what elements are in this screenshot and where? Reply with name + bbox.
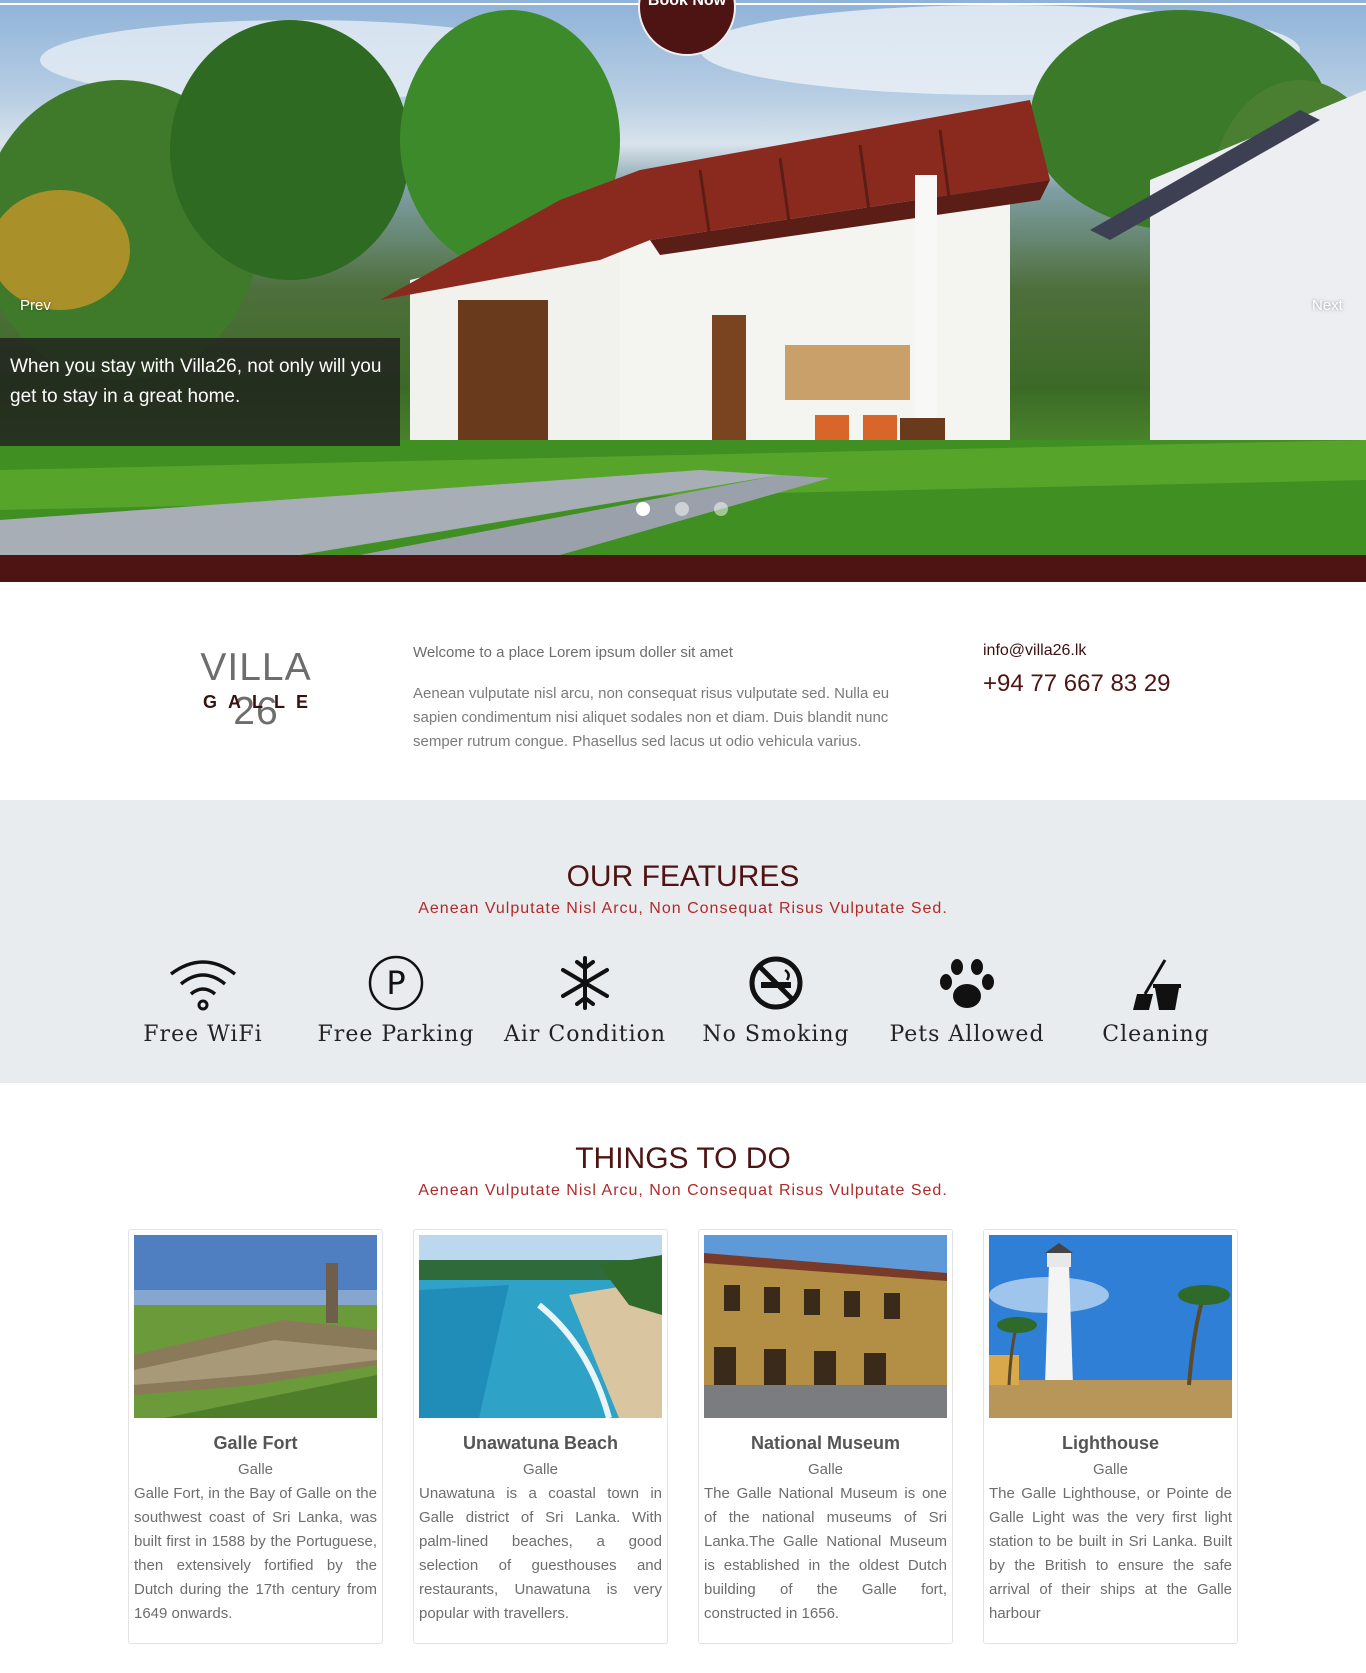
attraction-location: Galle xyxy=(807,1461,844,1478)
features-subtitle: Aenean Vulputate Nisl Arcu, Non Consequa… xyxy=(418,900,948,917)
attraction-location: Galle xyxy=(1092,1461,1129,1478)
wifi-icon xyxy=(169,960,237,1011)
things-to-do-subtitle: Aenean Vulputate Nisl Arcu, Non Consequa… xyxy=(418,1182,948,1199)
attraction-name: Unawatuna Beach xyxy=(462,1433,619,1453)
svg-text:P: P xyxy=(386,964,405,1002)
features-section: OUR FEATURES Aenean Vulputate Nisl Arcu,… xyxy=(0,800,1366,1083)
slide-indicator-1[interactable] xyxy=(636,502,650,516)
features-title: OUR FEATURES xyxy=(566,860,800,893)
feature-pets-allowed: Pets Allowed xyxy=(877,948,1057,1047)
feature-label: Free WiFi xyxy=(143,1022,263,1047)
feature-air-condition: Air Condition xyxy=(495,948,675,1047)
brand-subtitle: GALLE xyxy=(203,692,319,712)
paw-icon xyxy=(940,959,994,1008)
attraction-description: The Galle Lighthouse, or Pointe de Galle… xyxy=(989,1485,1232,1622)
attraction-description: Unawatuna is a coastal town in Galle dis… xyxy=(419,1485,662,1622)
slider-next-button[interactable]: Next xyxy=(1312,297,1343,314)
national-museum-photo xyxy=(704,1235,947,1418)
hero-slider: Book Now Prev Next When you stay with Vi… xyxy=(0,0,1366,555)
intro-lead: Welcome to a place Lorem ipsum doller si… xyxy=(413,644,733,661)
feature-label: No Smoking xyxy=(702,1022,850,1047)
feature-label: Cleaning xyxy=(1102,1022,1210,1047)
galle-fort-photo xyxy=(134,1235,377,1418)
lighthouse-photo xyxy=(989,1235,1232,1418)
attraction-card-lighthouse[interactable]: Lighthouse Galle The Galle Lighthouse, o… xyxy=(983,1229,1238,1644)
hero-bottom-bar xyxy=(0,555,1366,582)
contact-phone[interactable]: +94 77 667 83 29 xyxy=(983,670,1171,698)
attraction-name: Lighthouse xyxy=(1062,1433,1159,1453)
attraction-name: Galle Fort xyxy=(213,1433,298,1453)
slide-indicator-3[interactable] xyxy=(714,502,728,516)
slider-indicators xyxy=(636,502,728,516)
attraction-description: The Galle National Museum is one of the … xyxy=(704,1485,947,1622)
attraction-card-galle-fort[interactable]: Galle Fort Galle Galle Fort, in the Bay … xyxy=(128,1229,383,1644)
attraction-card-unawatuna-beach[interactable]: Unawatuna Beach Galle Unawatuna is a coa… xyxy=(413,1229,668,1644)
attraction-location: Galle xyxy=(237,1461,274,1478)
hero-villa-image xyxy=(0,5,1366,555)
slide-caption: When you stay with Villa26, not only wil… xyxy=(0,338,400,446)
contact-email-link[interactable]: info@villa26.lk xyxy=(983,642,1086,660)
parking-icon: P xyxy=(368,955,424,1011)
attraction-description: Galle Fort, in the Bay of Galle on the s… xyxy=(134,1485,377,1622)
feature-cleaning: Cleaning xyxy=(1066,948,1246,1047)
brand-title: VILLA 26 xyxy=(200,646,312,733)
broom-bucket-icon xyxy=(1133,959,1181,1010)
unawatuna-beach-photo xyxy=(419,1235,662,1418)
feature-label: Pets Allowed xyxy=(889,1022,1045,1047)
no-smoking-icon xyxy=(749,956,803,1010)
intro-body: Aenean vulputate nisl arcu, non consequa… xyxy=(413,685,890,750)
attraction-name: National Museum xyxy=(750,1433,901,1453)
attraction-location: Galle xyxy=(522,1461,559,1478)
things-to-do-title: THINGS TO DO xyxy=(575,1142,791,1175)
feature-label: Air Condition xyxy=(503,1022,667,1047)
feature-label: Free Parking xyxy=(317,1022,475,1047)
feature-wifi: Free WiFi xyxy=(113,948,293,1047)
attraction-card-national-museum[interactable]: National Museum Galle The Galle National… xyxy=(698,1229,953,1644)
feature-parking: P Free Parking xyxy=(306,948,486,1047)
slider-prev-button[interactable]: Prev xyxy=(20,297,51,314)
snowflake-icon xyxy=(561,956,609,1010)
feature-no-smoking: No Smoking xyxy=(686,948,866,1047)
slide-indicator-2[interactable] xyxy=(675,502,689,516)
